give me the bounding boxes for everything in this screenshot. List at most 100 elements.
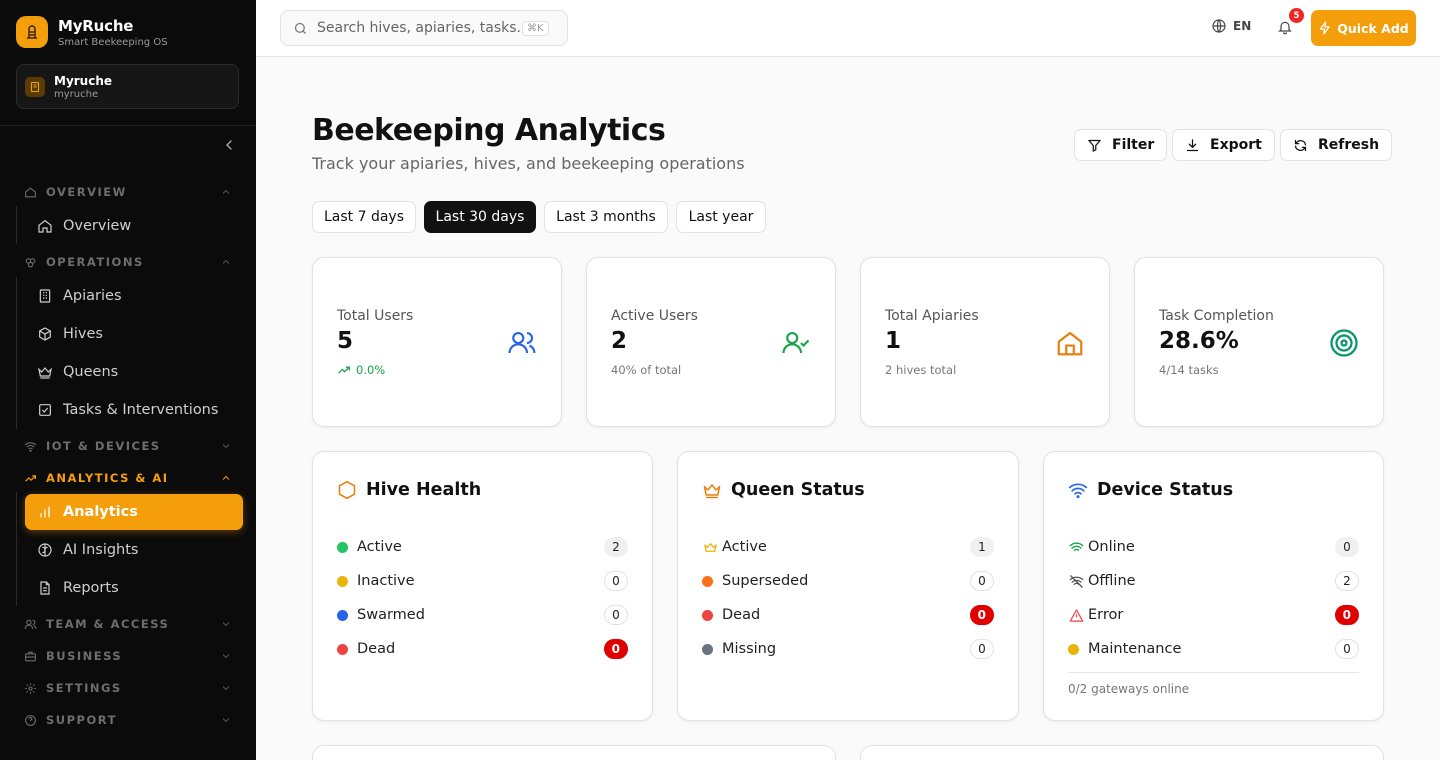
sidebar-item-overview[interactable]: Overview — [25, 208, 243, 244]
chart-card — [312, 745, 836, 760]
range-3-months[interactable]: Last 3 months — [544, 201, 668, 233]
section-team[interactable]: TEAM & ACCESS — [24, 615, 232, 633]
bell-icon[interactable] — [1277, 19, 1293, 35]
stat-value: 2 — [611, 328, 628, 354]
count-badge: 0 — [969, 605, 994, 625]
section-business-title: BUSINESS — [46, 649, 123, 663]
top-bar: ⌘K EN 5 Quick Add — [256, 0, 1440, 57]
row-label: Dead — [722, 607, 761, 623]
brain-icon — [38, 543, 52, 557]
stat-note: 40% of total — [611, 363, 682, 377]
range-7-days[interactable]: Last 7 days — [312, 201, 416, 233]
count-badge: 2 — [1335, 571, 1359, 591]
home-icon — [1055, 328, 1085, 358]
users-icon — [24, 619, 37, 629]
refresh-label: Refresh — [1318, 137, 1380, 153]
chevron-down-icon — [222, 654, 230, 659]
language-switcher[interactable]: EN — [1211, 18, 1251, 34]
section-settings-title: SETTINGS — [46, 681, 122, 695]
range-1-year[interactable]: Last year — [676, 201, 766, 233]
count-badge: 0 — [1335, 537, 1359, 557]
user-check-icon — [781, 328, 811, 358]
refresh-button[interactable]: Refresh — [1280, 129, 1393, 161]
search-shortcut: ⌘K — [522, 20, 549, 36]
row-label: Active — [722, 539, 767, 555]
section-overview[interactable]: OVERVIEW — [24, 183, 232, 201]
export-button[interactable]: Export — [1172, 129, 1275, 161]
section-iot-title: IOT & DEVICES — [46, 439, 161, 453]
organization-slug: myruche — [54, 88, 99, 100]
stat-card-total-apiaries: Total Apiaries 1 2 hives total — [860, 257, 1110, 427]
brand[interactable]: MyRuche Smart Beekeeping OS — [16, 16, 168, 48]
list-item: Inactive 0 — [337, 571, 628, 591]
list-item: Active 1 — [702, 537, 994, 557]
home-icon — [38, 219, 52, 233]
list-item: Maintenance 0 — [1068, 639, 1359, 659]
section-business[interactable]: BUSINESS — [24, 647, 232, 665]
list-item: Dead 0 — [337, 639, 628, 659]
section-settings[interactable]: SETTINGS — [24, 679, 232, 697]
section-iot[interactable]: IOT & DEVICES — [24, 437, 232, 455]
stat-value: 28.6% — [1159, 328, 1239, 354]
row-label: Superseded — [722, 573, 809, 589]
count-badge: 0 — [604, 605, 628, 625]
crown-icon — [38, 367, 52, 379]
quick-add-label: Quick Add — [1337, 20, 1409, 36]
quick-add-button[interactable]: Quick Add — [1311, 10, 1416, 46]
list-item: Active 2 — [337, 537, 628, 557]
chevron-down-icon — [222, 686, 230, 691]
brand-name: MyRuche — [58, 16, 134, 35]
stat-trend-value: 0.0% — [356, 363, 386, 377]
queen-status-panel: Queen Status Active 1 Superseded 0 Dead … — [677, 451, 1019, 721]
chevron-up-icon — [222, 259, 230, 264]
row-label: Missing — [722, 641, 777, 657]
list-item: Superseded 0 — [702, 571, 994, 591]
chevron-up-icon — [222, 475, 230, 480]
status-dot — [702, 575, 713, 587]
section-support[interactable]: SUPPORT — [24, 711, 232, 729]
range-30-days[interactable]: Last 30 days — [424, 201, 536, 233]
organization-switcher[interactable]: Myruche myruche — [16, 64, 239, 109]
gear-icon — [25, 682, 36, 694]
search-box[interactable]: ⌘K — [280, 10, 568, 46]
sidebar-divider — [0, 125, 256, 126]
stat-label: Total Apiaries — [885, 308, 979, 324]
row-label: Swarmed — [357, 607, 425, 623]
sidebar-item-hives[interactable]: Hives — [25, 316, 243, 352]
count-badge: 0 — [603, 639, 628, 659]
notification-badge: 5 — [1289, 8, 1304, 23]
sidebar-item-label: Reports — [63, 580, 119, 596]
search-input[interactable] — [317, 20, 522, 36]
section-analytics-title: ANALYTICS & AI — [46, 471, 169, 485]
wifi-off-icon — [1068, 573, 1084, 589]
hive-health-panel: Hive Health Active 2 Inactive 0 Swarmed … — [312, 451, 653, 721]
checkbox-icon — [39, 404, 51, 416]
status-dot — [337, 643, 348, 655]
file-text-icon — [40, 581, 50, 595]
section-analytics[interactable]: ANALYTICS & AI — [24, 469, 232, 487]
stat-card-task-completion: Task Completion 28.6% 4/14 tasks — [1134, 257, 1384, 427]
status-dot — [337, 609, 348, 621]
lightning-icon — [1319, 21, 1330, 35]
sidebar-item-ai-insights[interactable]: AI Insights — [25, 532, 243, 568]
briefcase-icon — [25, 651, 36, 661]
list-item: Swarmed 0 — [337, 605, 628, 625]
hive-logo-icon — [16, 16, 48, 48]
section-operations[interactable]: OPERATIONS — [24, 253, 232, 271]
sidebar-item-tasks[interactable]: Tasks & Interventions — [25, 392, 243, 428]
sidebar-item-analytics[interactable]: Analytics — [25, 494, 243, 530]
panel-title: Device Status — [1097, 480, 1234, 500]
collapse-sidebar-icon[interactable] — [221, 137, 237, 153]
sidebar-item-apiaries[interactable]: Apiaries — [25, 278, 243, 314]
gateways-status: 0/2 gateways online — [1068, 682, 1190, 696]
sidebar-item-reports[interactable]: Reports — [25, 570, 243, 606]
bar-chart-icon — [40, 506, 50, 518]
panel-divider — [1068, 672, 1359, 673]
count-badge: 0 — [1334, 605, 1359, 625]
stat-label: Task Completion — [1159, 308, 1274, 324]
export-label: Export — [1210, 137, 1262, 153]
row-label: Error — [1088, 607, 1124, 623]
sidebar-item-queens[interactable]: Queens — [25, 354, 243, 390]
hexagon-icon — [338, 480, 356, 500]
filter-button[interactable]: Filter — [1074, 129, 1168, 161]
